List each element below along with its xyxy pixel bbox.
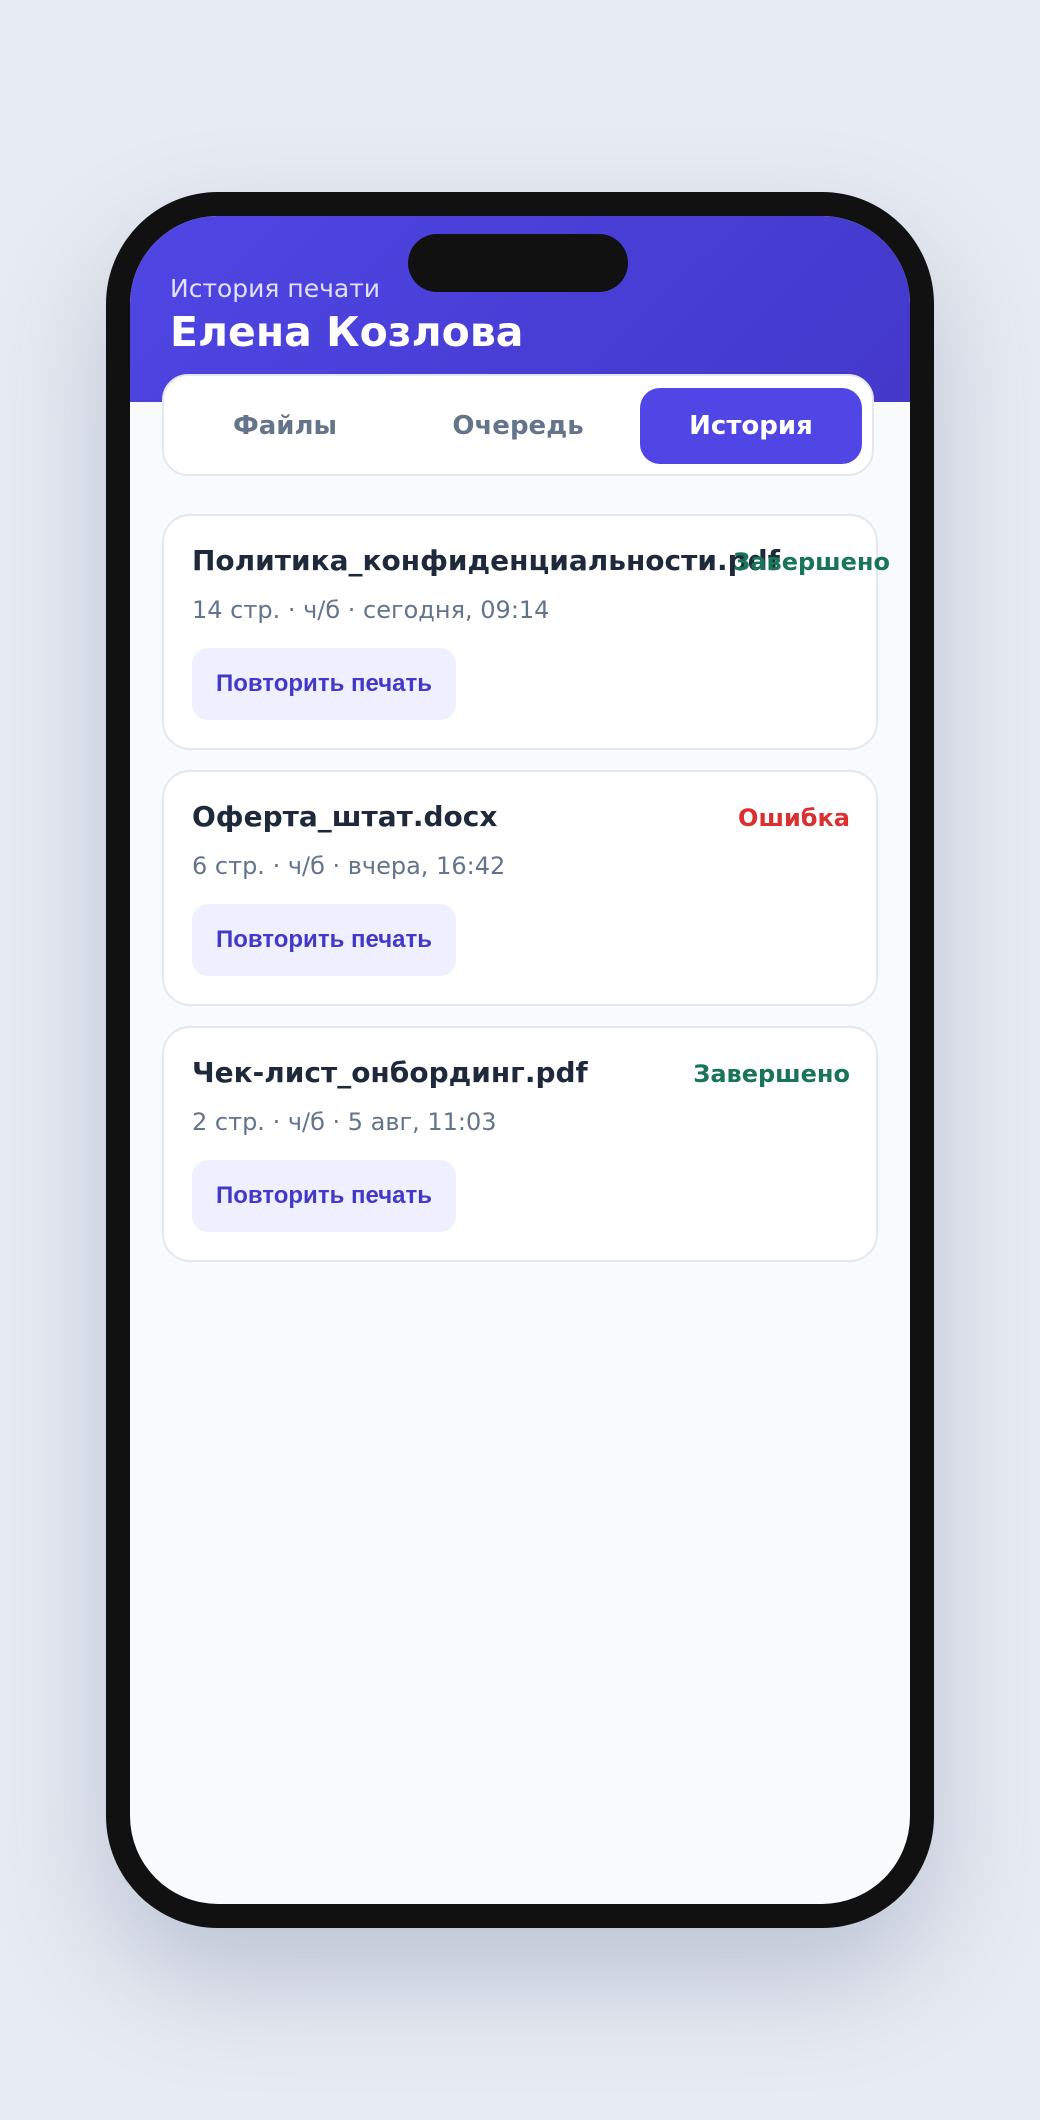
status-badge: Завершено — [693, 1060, 850, 1088]
page-subtitle: История печати — [170, 274, 381, 303]
tab-queue[interactable]: Очередь — [407, 388, 629, 464]
reprint-button[interactable]: Повторить печать — [192, 1160, 456, 1232]
file-name: Политика_конфиденциальности.pdf — [192, 544, 780, 577]
reprint-button[interactable]: Повторить печать — [192, 904, 456, 976]
history-card: Политика_конфиденциальности.pdf Завершен… — [162, 514, 890, 750]
tab-history[interactable]: История — [640, 388, 862, 464]
file-name: Оферта_штат.docx — [192, 800, 498, 833]
file-meta: 6 стр. · ч/б · вчера, 16:42 — [192, 852, 506, 880]
file-meta: 14 стр. · ч/б · сегодня, 09:14 — [192, 596, 550, 624]
file-name: Чек-лист_онбординг.pdf — [192, 1056, 588, 1089]
history-card: Чек-лист_онбординг.pdf Завершено 2 стр. … — [162, 1026, 878, 1262]
dynamic-island — [408, 234, 628, 292]
history-card: Оферта_штат.docx Ошибка 6 стр. · ч/б · в… — [162, 770, 878, 1006]
tab-files[interactable]: Файлы — [174, 388, 396, 464]
phone-frame: История печати Елена Козлова Файлы Очере… — [106, 192, 934, 1928]
tab-bar: Файлы Очередь История — [162, 374, 874, 476]
app-screen: История печати Елена Козлова Файлы Очере… — [130, 216, 910, 1904]
file-meta: 2 стр. · ч/б · 5 авг, 11:03 — [192, 1108, 497, 1136]
status-badge: Ошибка — [738, 804, 850, 832]
reprint-button[interactable]: Повторить печать — [192, 648, 456, 720]
status-badge: Завершено — [733, 548, 890, 576]
user-name-title: Елена Козлова — [170, 308, 524, 356]
